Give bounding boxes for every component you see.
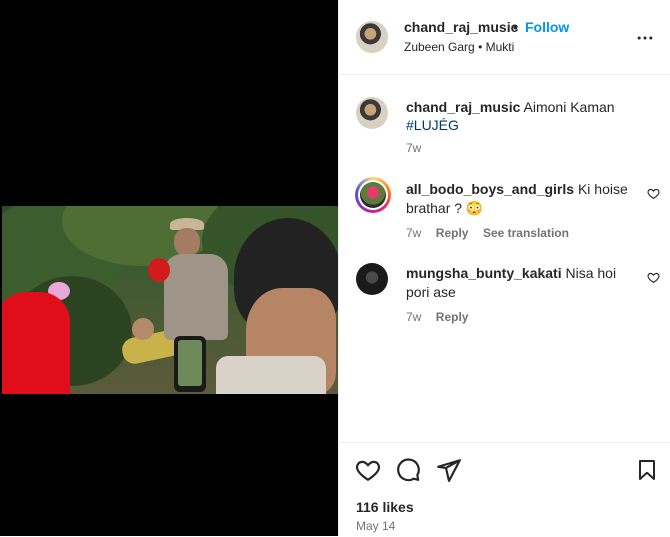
post-header: chand_raj_music • Follow Zubeen Garg • M… bbox=[339, 0, 670, 75]
caption-username[interactable]: chand_raj_music bbox=[406, 99, 520, 115]
reply-button[interactable]: Reply bbox=[436, 226, 469, 240]
comment-time[interactable]: 7w bbox=[406, 226, 421, 240]
caption-avatar[interactable] bbox=[356, 97, 388, 129]
post-date[interactable]: May 14 bbox=[356, 519, 395, 533]
comment-meta: 7w Reply See translation bbox=[406, 224, 569, 242]
comment-meta: 7w Reply bbox=[406, 308, 468, 326]
post-side-panel: chand_raj_music • Follow Zubeen Garg • M… bbox=[338, 0, 670, 536]
caption: chand_raj_music Aimoni Kaman #LUJÉG bbox=[406, 98, 656, 134]
comment-item: mungsha_bunty_kakati Nisa hoi pori ase bbox=[406, 264, 631, 302]
audio-artist[interactable]: Zubeen Garg bbox=[404, 40, 475, 54]
see-translation-button[interactable]: See translation bbox=[483, 226, 569, 240]
caption-hashtag[interactable]: #LUJÉG bbox=[406, 117, 459, 133]
bookmark-icon[interactable] bbox=[635, 457, 659, 483]
comment-text: Nisa hoi bbox=[565, 265, 617, 281]
author-username[interactable]: chand_raj_music bbox=[404, 19, 518, 35]
heart-icon[interactable] bbox=[647, 271, 660, 284]
instagram-post-view: chand_raj_music • Follow Zubeen Garg • M… bbox=[0, 0, 670, 536]
heart-icon[interactable] bbox=[647, 187, 660, 200]
comment-icon[interactable] bbox=[395, 457, 421, 483]
heart-icon[interactable] bbox=[355, 457, 381, 483]
post-media[interactable] bbox=[0, 0, 338, 536]
reply-button[interactable]: Reply bbox=[436, 310, 469, 324]
comment-text-cont: brathar ? 😳 bbox=[406, 200, 484, 216]
comment-avatar[interactable] bbox=[355, 177, 391, 213]
audio-title[interactable]: Mukti bbox=[486, 40, 515, 54]
comment-avatar[interactable] bbox=[356, 263, 388, 295]
comment-username[interactable]: mungsha_bunty_kakati bbox=[406, 265, 562, 281]
comment-text: Ki hoise bbox=[577, 181, 628, 197]
caption-text: Aimoni Kaman bbox=[523, 99, 615, 115]
more-horizontal-icon[interactable] bbox=[635, 28, 655, 48]
caption-time[interactable]: 7w bbox=[406, 141, 421, 155]
post-actions: 116 likes May 14 bbox=[339, 442, 670, 537]
follow-button[interactable]: Follow bbox=[525, 19, 569, 35]
comment-text-cont: pori ase bbox=[406, 284, 456, 300]
video-frame[interactable] bbox=[2, 206, 338, 394]
comment-username[interactable]: all_bodo_boys_and_girls bbox=[406, 181, 574, 197]
likes-count[interactable]: 116 likes bbox=[356, 499, 414, 515]
follow-separator: • bbox=[513, 19, 518, 35]
share-icon[interactable] bbox=[436, 457, 462, 483]
comment-item: all_bodo_boys_and_girls Ki hoise brathar… bbox=[406, 180, 631, 218]
comment-time[interactable]: 7w bbox=[406, 310, 421, 324]
audio-info[interactable]: Zubeen Garg • Mukti bbox=[404, 40, 514, 54]
avatar[interactable] bbox=[356, 21, 388, 53]
audio-separator: • bbox=[478, 40, 483, 54]
